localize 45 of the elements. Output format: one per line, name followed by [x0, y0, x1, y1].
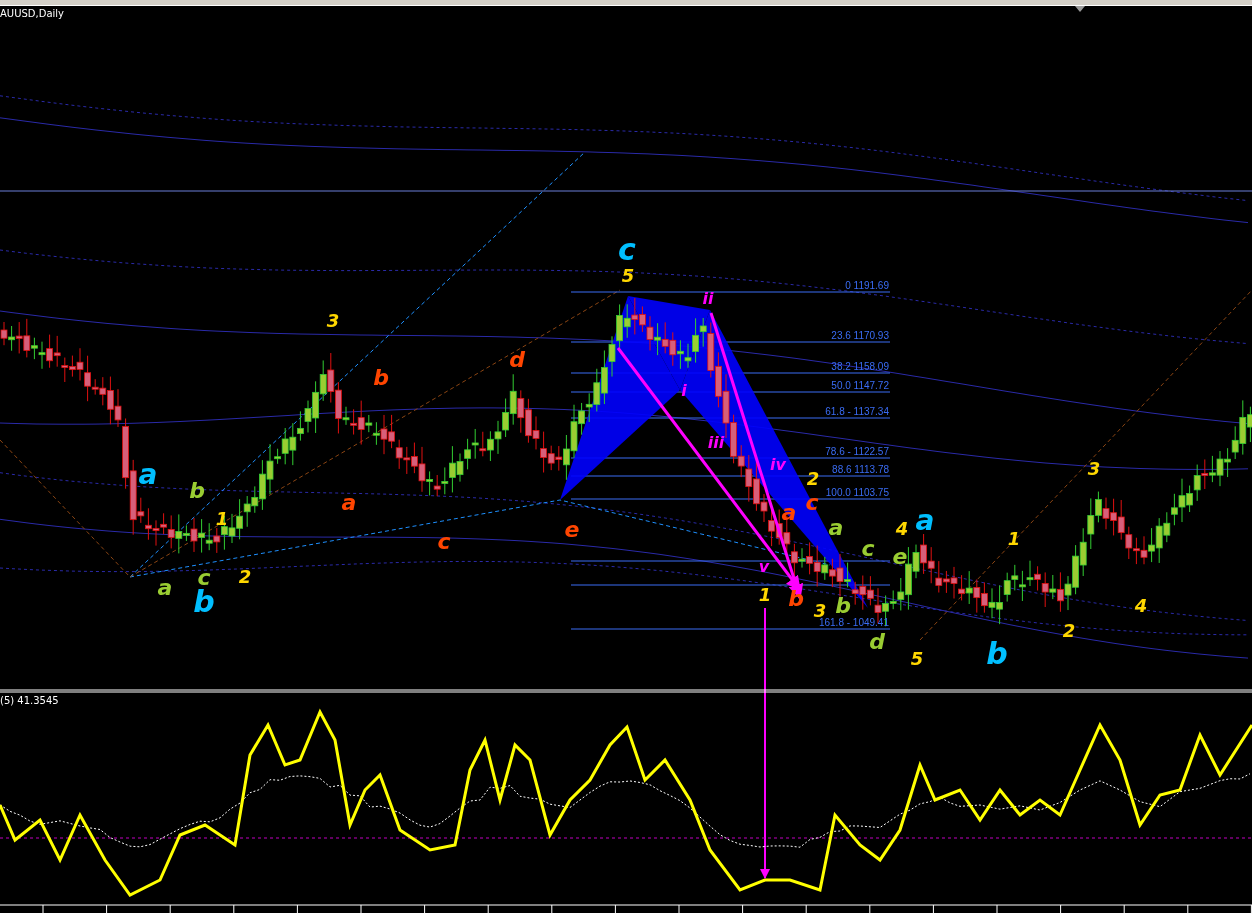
- wave-label: c: [861, 536, 875, 561]
- wave-label: 1: [215, 508, 229, 529]
- fibonacci-level-label: 88.6 1113.78: [832, 464, 889, 475]
- fibonacci-level-label: 78.6 - 1122.57: [825, 446, 889, 457]
- indicator-label: (5) 41.3545: [0, 695, 59, 706]
- wave-label: b: [986, 636, 1008, 671]
- wave-label: 2: [1062, 620, 1076, 641]
- wave-label: iv: [770, 455, 786, 474]
- wave-label: 2: [806, 468, 820, 489]
- wave-label: i: [681, 381, 687, 400]
- fibonacci-level-label: 61.8 - 1137.34: [825, 406, 889, 417]
- wave-label: ii: [702, 289, 714, 308]
- wave-label: a: [157, 575, 173, 600]
- fibonacci-level-label: 23.6 1170.93: [831, 330, 889, 341]
- wave-label: iii: [707, 433, 725, 452]
- wave-label: a: [828, 515, 844, 540]
- fibonacci-level-label: 38.2 1158.09: [831, 361, 889, 372]
- wave-label: c: [805, 490, 819, 515]
- wave-label: c: [618, 232, 636, 267]
- wave-label: 5: [621, 265, 635, 286]
- wave-label: 5: [910, 648, 924, 669]
- wave-label: e: [564, 517, 580, 542]
- fibonacci-level-label: 50.0 1147.72: [831, 380, 889, 391]
- wave-label: 3: [326, 310, 340, 331]
- wave-label: 2: [238, 566, 252, 587]
- wave-label: 3: [1087, 458, 1101, 479]
- wave-label: b: [835, 593, 851, 618]
- wave-label: 4: [1134, 595, 1148, 616]
- wave-label: b: [189, 478, 205, 503]
- chart-title: AUUSD,Daily: [0, 8, 64, 19]
- wave-label: 4: [895, 518, 909, 539]
- wave-label: d: [509, 347, 525, 372]
- wave-label: 1: [1007, 528, 1021, 549]
- wave-label: c: [437, 529, 451, 554]
- wave-label: d: [869, 629, 885, 654]
- fibonacci-level-label: 100.0 1103.75: [825, 487, 889, 498]
- wave-label: a: [341, 490, 357, 515]
- wave-label: a: [915, 504, 935, 537]
- wave-label: a: [138, 458, 158, 491]
- wave-label: e: [892, 544, 908, 569]
- wave-label: 1: [758, 584, 772, 605]
- fibonacci-level-label: 0 1191.69: [845, 280, 889, 291]
- wave-label: b: [788, 586, 804, 611]
- wave-label: b: [373, 365, 389, 390]
- wave-label: v: [758, 557, 770, 576]
